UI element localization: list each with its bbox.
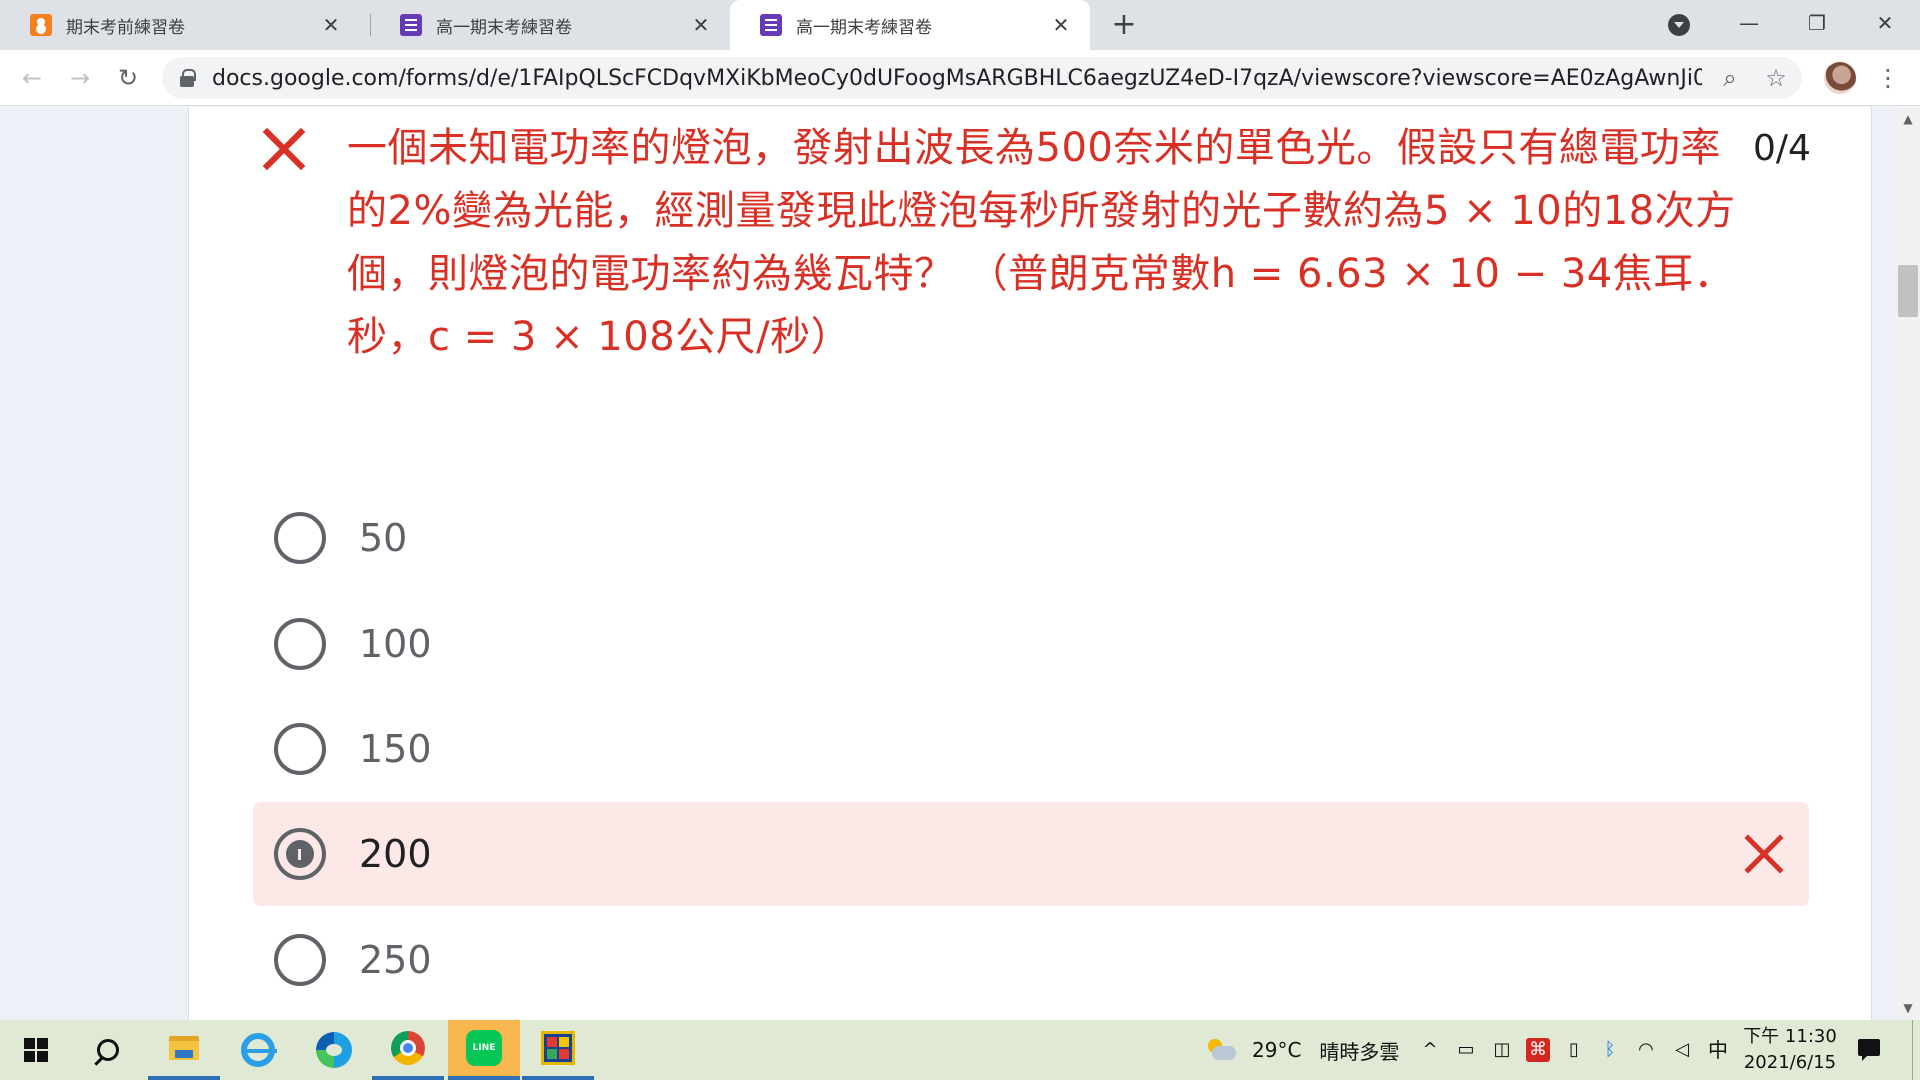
windows-logo-icon [24, 1038, 48, 1062]
option-label: 200 [359, 832, 432, 876]
wifi-icon[interactable]: ◠ [1634, 1038, 1658, 1062]
tab-title: 高一期末考練習卷 [796, 17, 932, 38]
tab-1[interactable]: 期末考前練習卷 ✕ [0, 0, 360, 50]
battery-icon[interactable]: ▭ [1454, 1038, 1478, 1062]
restore-button[interactable]: ❐ [1784, 0, 1850, 46]
weather-temp: 29°C [1252, 1038, 1302, 1062]
profile-avatar[interactable] [1824, 62, 1856, 94]
tab-title: 期末考前練習卷 [66, 17, 185, 38]
start-button[interactable] [0, 1020, 72, 1080]
option-label: 50 [359, 516, 408, 560]
bookmark-star-icon[interactable]: ☆ [1758, 57, 1794, 99]
question-card: 一個未知電功率的燈泡，發射出波長為500奈米的單色光。假設只有總電功率的2%變為… [188, 107, 1872, 1020]
chrome-button[interactable] [372, 1020, 444, 1080]
question-points: 0/4 [1753, 128, 1811, 169]
lock-icon[interactable] [180, 69, 196, 87]
radio-button[interactable] [274, 618, 326, 670]
file-explorer-button[interactable] [148, 1020, 220, 1080]
taskbar-search-button[interactable] [72, 1020, 144, 1080]
new-tab-button[interactable]: + [1108, 8, 1140, 42]
bluetooth-icon[interactable]: ᛒ [1598, 1038, 1622, 1062]
scroll-thumb[interactable] [1898, 265, 1918, 317]
option-label: 250 [359, 938, 432, 982]
forms-icon [760, 14, 782, 36]
app-icon [541, 1031, 575, 1065]
option-150[interactable]: 150 [253, 697, 1809, 801]
chrome-icon [391, 1031, 425, 1065]
option-label: 100 [359, 622, 432, 666]
question-text: 一個未知電功率的燈泡，發射出波長為500奈米的單色光。假設只有總電功率的2%變為… [347, 125, 1736, 360]
incorrect-x-icon [1744, 834, 1784, 874]
incorrect-x-icon [262, 127, 306, 171]
tab-close-icon[interactable]: ✕ [1050, 13, 1072, 37]
edge-icon [316, 1032, 352, 1068]
weather-widget[interactable]: 29°C 晴時多雲 [1206, 1020, 1399, 1080]
scroll-down-arrow-icon[interactable]: ▼ [1896, 996, 1920, 1020]
internet-explorer-button[interactable] [222, 1020, 294, 1080]
edge-button[interactable] [298, 1020, 370, 1080]
option-200-selected-incorrect[interactable]: 200 [253, 802, 1809, 906]
line-icon: LINE [466, 1030, 502, 1066]
close-window-button[interactable]: ✕ [1852, 0, 1918, 46]
tab-close-icon[interactable]: ✕ [320, 13, 342, 37]
tab-3-active[interactable]: 高一期末考練習卷 ✕ [730, 0, 1090, 50]
search-icon [97, 1039, 119, 1061]
option-250[interactable]: 250 [253, 908, 1809, 1012]
volume-muted-icon[interactable]: ◁ [1670, 1038, 1694, 1062]
radio-button[interactable] [274, 934, 326, 986]
reload-button[interactable]: ↻ [110, 60, 146, 96]
option-label: 150 [359, 727, 432, 771]
option-100[interactable]: 100 [253, 592, 1809, 696]
radio-button-checked[interactable] [274, 828, 326, 880]
menu-kebab-icon[interactable]: ⋮ [1876, 60, 1900, 96]
acrobat-icon[interactable]: ⌘ [1526, 1038, 1550, 1062]
meet-now-icon[interactable]: ◫ [1490, 1038, 1514, 1062]
tab-close-icon[interactable]: ✕ [690, 13, 712, 37]
contacts-icon [30, 14, 52, 36]
clock[interactable]: 下午 11:30 2021/6/15 [1740, 1024, 1840, 1076]
windows-taskbar: LINE 29°C 晴時多雲 ^ ▭ ◫ ⌘ ▯ ᛒ ◠ ◁ 中 下午 11:3… [0, 1020, 1920, 1080]
ime-indicator[interactable]: 中 [1706, 1038, 1730, 1062]
internet-explorer-icon [241, 1033, 277, 1067]
address-bar[interactable]: docs.google.com/forms/d/e/1FAIpQLScFCDqv… [162, 57, 1802, 99]
weather-desc: 晴時多雲 [1319, 1039, 1400, 1064]
show-desktop-button[interactable] [1912, 1020, 1920, 1080]
clock-time: 下午 11:30 [1743, 1026, 1837, 1047]
usb-drive-icon[interactable]: ▯ [1562, 1038, 1586, 1062]
partly-cloudy-icon [1206, 1039, 1236, 1061]
clock-date: 2021/6/15 [1743, 1052, 1837, 1073]
tab-title: 高一期末考練習卷 [436, 17, 572, 38]
scroll-up-arrow-icon[interactable]: ▲ [1896, 107, 1920, 131]
zoom-icon[interactable]: ⌕ [1712, 57, 1748, 99]
tab-strip: 期末考前練習卷 ✕ 高一期末考練習卷 ✕ 高一期末考練習卷 ✕ + — ❐ ✕ [0, 0, 1920, 50]
forward-button[interactable]: → [62, 60, 98, 96]
tab-search-icon[interactable] [1668, 14, 1690, 36]
line-button[interactable]: LINE [448, 1020, 520, 1080]
page-viewport: 一個未知電功率的燈泡，發射出波長為500奈米的單色光。假設只有總電功率的2%變為… [0, 107, 1920, 1020]
notification-center-icon[interactable] [1856, 1036, 1884, 1064]
app-button[interactable] [522, 1020, 594, 1080]
browser-toolbar: ← → ↻ docs.google.com/forms/d/e/1FAIpQLS… [0, 50, 1920, 106]
forms-icon [400, 14, 422, 36]
url-text[interactable]: docs.google.com/forms/d/e/1FAIpQLScFCDqv… [212, 66, 1702, 91]
page-scrollbar[interactable]: ▲ ▼ [1896, 107, 1920, 1020]
show-hidden-icons-chevron-icon[interactable]: ^ [1418, 1038, 1442, 1062]
file-explorer-icon [169, 1036, 199, 1060]
option-50[interactable]: 50 [253, 486, 1809, 590]
radio-button[interactable] [274, 723, 326, 775]
back-button[interactable]: ← [14, 60, 50, 96]
tab-2[interactable]: 高一期末考練習卷 ✕ [370, 0, 730, 50]
minimize-button[interactable]: — [1716, 0, 1782, 46]
radio-button[interactable] [274, 512, 326, 564]
